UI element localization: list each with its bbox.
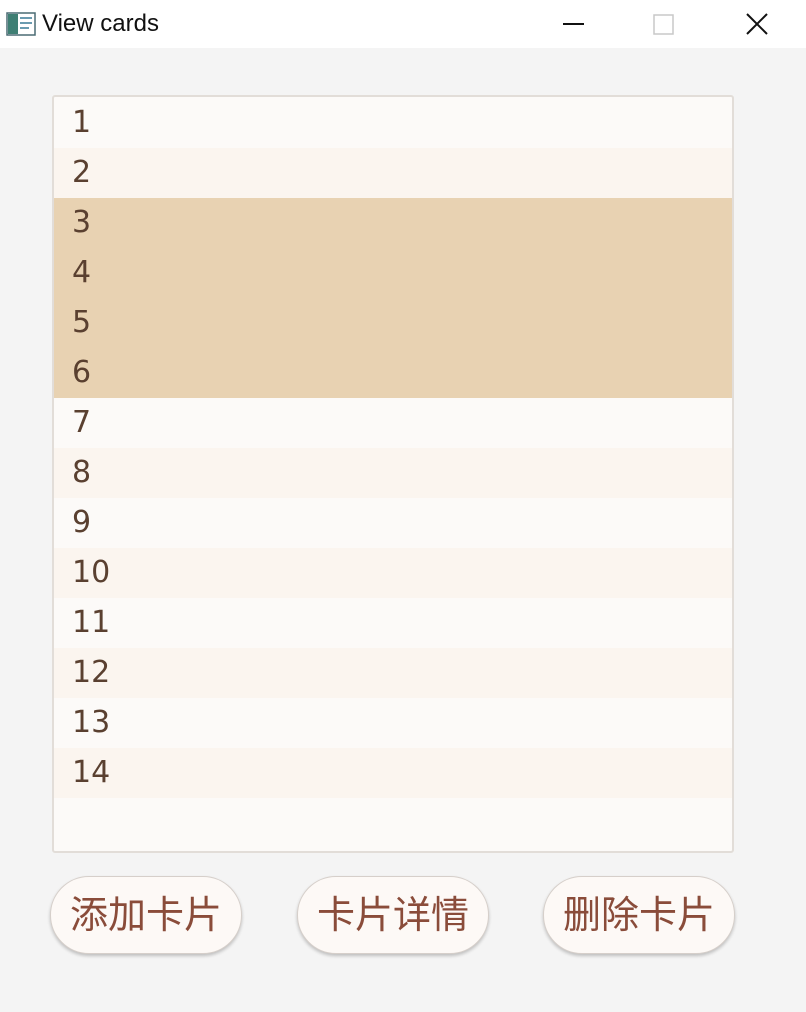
minimize-icon [563,23,584,25]
maximize-button[interactable] [618,0,710,48]
list-item[interactable]: 9 [54,498,732,548]
list-item[interactable]: 4 [54,248,732,298]
view-cards-window: View cards 1 2 3 4 5 6 7 8 9 10 11 12 13 14 添加卡片 卡片详情… [0,0,806,1012]
list-item[interactable]: 1 [54,98,732,148]
card-list[interactable]: 1 2 3 4 5 6 7 8 9 10 11 12 13 14 [52,95,734,853]
window-title: View cards [42,10,159,37]
title-bar[interactable]: View cards [0,0,806,48]
list-item[interactable]: 8 [54,448,732,498]
list-item[interactable]: 2 [54,148,732,198]
list-item[interactable]: 3 [54,198,732,248]
list-item[interactable]: 11 [54,598,732,648]
card-details-button[interactable]: 卡片详情 [297,876,489,954]
delete-card-button[interactable]: 删除卡片 [543,876,735,954]
list-item[interactable]: 10 [54,548,732,598]
list-item[interactable]: 13 [54,698,732,748]
app-window-icon [6,12,36,36]
maximize-icon [653,14,674,35]
minimize-button[interactable] [527,0,619,48]
close-icon [746,13,768,35]
add-card-button[interactable]: 添加卡片 [50,876,242,954]
list-item[interactable]: 7 [54,398,732,448]
list-item[interactable]: 6 [54,348,732,398]
list-empty-row [54,798,732,848]
close-button[interactable] [710,0,802,48]
list-item[interactable]: 12 [54,648,732,698]
list-item[interactable]: 5 [54,298,732,348]
list-item[interactable]: 14 [54,748,732,798]
